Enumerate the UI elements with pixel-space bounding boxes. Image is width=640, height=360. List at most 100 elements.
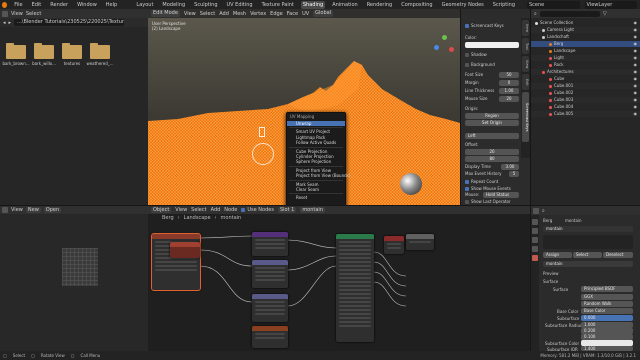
mapping-node[interactable] — [252, 232, 288, 256]
uv-grid[interactable] — [62, 248, 98, 286]
base-color-field[interactable]: Base Color — [581, 308, 633, 314]
visibility-eye-icon[interactable]: ◉ — [634, 76, 638, 82]
visibility-eye-icon[interactable]: ◉ — [634, 20, 638, 26]
editor-type-icon[interactable] — [2, 207, 8, 213]
image-texture-node[interactable] — [170, 242, 200, 258]
visibility-eye-icon[interactable]: ◉ — [634, 111, 638, 117]
subsurface-method-dropdown[interactable]: Random Walk — [581, 301, 633, 307]
search-icon[interactable]: ⌕ — [542, 208, 545, 214]
set-origin-button[interactable]: Set Origin — [465, 120, 519, 126]
view-layer-selector[interactable]: ViewLayer — [584, 0, 637, 9]
mix-node[interactable] — [252, 294, 288, 322]
editor-type-icon[interactable] — [2, 10, 8, 17]
folder-icon[interactable] — [62, 43, 82, 59]
visibility-eye-icon[interactable]: ◉ — [634, 48, 638, 54]
outliner-row[interactable]: Architectures ◉ — [531, 69, 640, 75]
shadow-toggle[interactable]: Shadow — [465, 52, 519, 58]
visibility-eye-icon[interactable]: ◉ — [634, 69, 638, 75]
outliner-row[interactable]: Cube.001 ◉ — [531, 83, 640, 89]
outliner-row[interactable]: Landschaft ◉ — [531, 34, 640, 40]
tab-scripting[interactable]: Scripting — [491, 1, 517, 9]
mouse-size-field[interactable]: 20 — [499, 96, 519, 102]
blender-logo-icon[interactable] — [2, 1, 8, 8]
visibility-eye-icon[interactable]: ◉ — [634, 27, 638, 33]
filter-icon[interactable]: ▽ — [603, 11, 607, 17]
max-event-field[interactable]: 5 — [509, 171, 519, 177]
offset-y-field[interactable]: 80 — [465, 156, 519, 162]
menu-item-sphere-projection[interactable]: Sphere Projection — [287, 159, 345, 164]
font-size-field[interactable]: 50 — [499, 72, 519, 78]
render-tab-icon[interactable] — [532, 228, 538, 234]
light-gizmo-icon[interactable] — [252, 143, 274, 165]
surface-panel-header[interactable]: Surface — [543, 279, 558, 284]
folder-icon[interactable] — [90, 43, 110, 59]
visibility-eye-icon[interactable]: ◉ — [634, 62, 638, 68]
outliner-row[interactable]: Cube.002 ◉ — [531, 90, 640, 96]
navigation-gizmo-icon[interactable] — [434, 35, 454, 55]
search-icon[interactable]: ⌕ — [534, 11, 537, 17]
tab-sculpting[interactable]: Sculpting — [192, 1, 219, 9]
menu-render[interactable]: Render — [48, 1, 70, 9]
line-thickness-field[interactable]: 1.00 — [499, 88, 519, 94]
display-time-field[interactable]: 3.00 — [501, 164, 519, 170]
tab-tool[interactable]: Tool — [522, 38, 529, 54]
outliner-row[interactable]: Cube.004 ◉ — [531, 104, 640, 110]
menu-select[interactable]: Select — [26, 11, 41, 17]
material-slot[interactable]: montain — [543, 226, 633, 232]
color-ramp-node[interactable] — [252, 260, 288, 288]
forward-arrow-icon[interactable]: ▸ — [9, 20, 12, 26]
visibility-eye-icon[interactable]: ◉ — [634, 34, 638, 40]
outliner-row[interactable]: Berg ◉ — [531, 41, 640, 47]
menu-view[interactable]: View — [11, 11, 23, 17]
mouse-dropdown[interactable]: Hold Status — [483, 192, 519, 198]
visibility-eye-icon[interactable]: ◉ — [634, 41, 638, 47]
offset-x-field[interactable]: 20 — [465, 149, 519, 155]
outliner-row[interactable]: Landscape ◉ — [531, 48, 640, 54]
background-toggle[interactable]: Background — [465, 62, 519, 68]
menu-edit[interactable]: Edit — [30, 1, 44, 9]
tab-shading[interactable]: Shading — [300, 0, 326, 9]
color-swatch[interactable] — [465, 42, 519, 48]
folder-icon[interactable] — [6, 43, 26, 59]
material-output-node[interactable] — [384, 236, 404, 254]
tab-modeling[interactable]: Modeling — [160, 1, 187, 9]
margin-field[interactable]: 0 — [499, 80, 519, 86]
tab-item[interactable]: Item — [522, 20, 529, 36]
tab-layout[interactable]: Layout — [134, 1, 155, 9]
object-tab-icon[interactable] — [532, 246, 538, 252]
outliner-row[interactable]: Rock ◉ — [531, 62, 640, 68]
menu-item-unwrap[interactable]: Unwrap — [287, 121, 345, 127]
subsurface-field[interactable]: 0.000 — [581, 315, 633, 321]
visibility-eye-icon[interactable]: ◉ — [634, 55, 638, 61]
image-editor[interactable]: View New Open — [0, 205, 148, 351]
surface-shader-field[interactable]: Principled BSDF — [581, 286, 633, 292]
distribution-dropdown[interactable]: GGX — [581, 294, 633, 300]
tab-geometry-nodes[interactable]: Geometry Nodes — [440, 1, 486, 9]
visibility-eye-icon[interactable]: ◉ — [634, 90, 638, 96]
outliner-search-field[interactable] — [539, 10, 600, 17]
tab-screencast-keys[interactable]: Screencast Keys — [522, 92, 529, 142]
outliner-row[interactable]: Cube.003 ◉ — [531, 97, 640, 103]
tab-edit[interactable]: Edit — [522, 74, 529, 90]
tab-uv-editing[interactable]: UV Editing — [225, 1, 255, 9]
menu-item-project-from-view-bounds[interactable]: Project from View (Bounds) — [287, 173, 350, 178]
back-arrow-icon[interactable]: ◂ — [3, 20, 6, 26]
tab-compositing[interactable]: Compositing — [399, 1, 434, 9]
outliner-row[interactable]: Cube.005 ◉ — [531, 111, 640, 117]
select-button[interactable]: Select — [573, 252, 602, 258]
menu-help[interactable]: Help — [104, 1, 119, 9]
outliner-row[interactable]: Light ◉ — [531, 55, 640, 61]
tab-texture-paint[interactable]: Texture Paint — [260, 1, 296, 9]
bump-node[interactable] — [252, 326, 288, 348]
tab-rendering[interactable]: Rendering — [365, 1, 395, 9]
menu-item-clear-seam[interactable]: Clear Seam — [287, 187, 345, 192]
outliner-row[interactable]: Camera Light ◉ — [531, 27, 640, 33]
output-tab-icon[interactable] — [532, 237, 538, 243]
path-field[interactable]: ...\Blender Tutorials\230525\220025\Text… — [14, 19, 125, 26]
tab-animation[interactable]: Animation — [330, 1, 360, 9]
align-dropdown[interactable]: Left — [465, 133, 519, 139]
scene-selector[interactable]: Scene — [527, 0, 580, 9]
menu-view[interactable]: View — [11, 207, 23, 213]
deselect-button[interactable]: Deselect — [603, 252, 633, 258]
material-datablock[interactable]: montain — [543, 261, 633, 267]
